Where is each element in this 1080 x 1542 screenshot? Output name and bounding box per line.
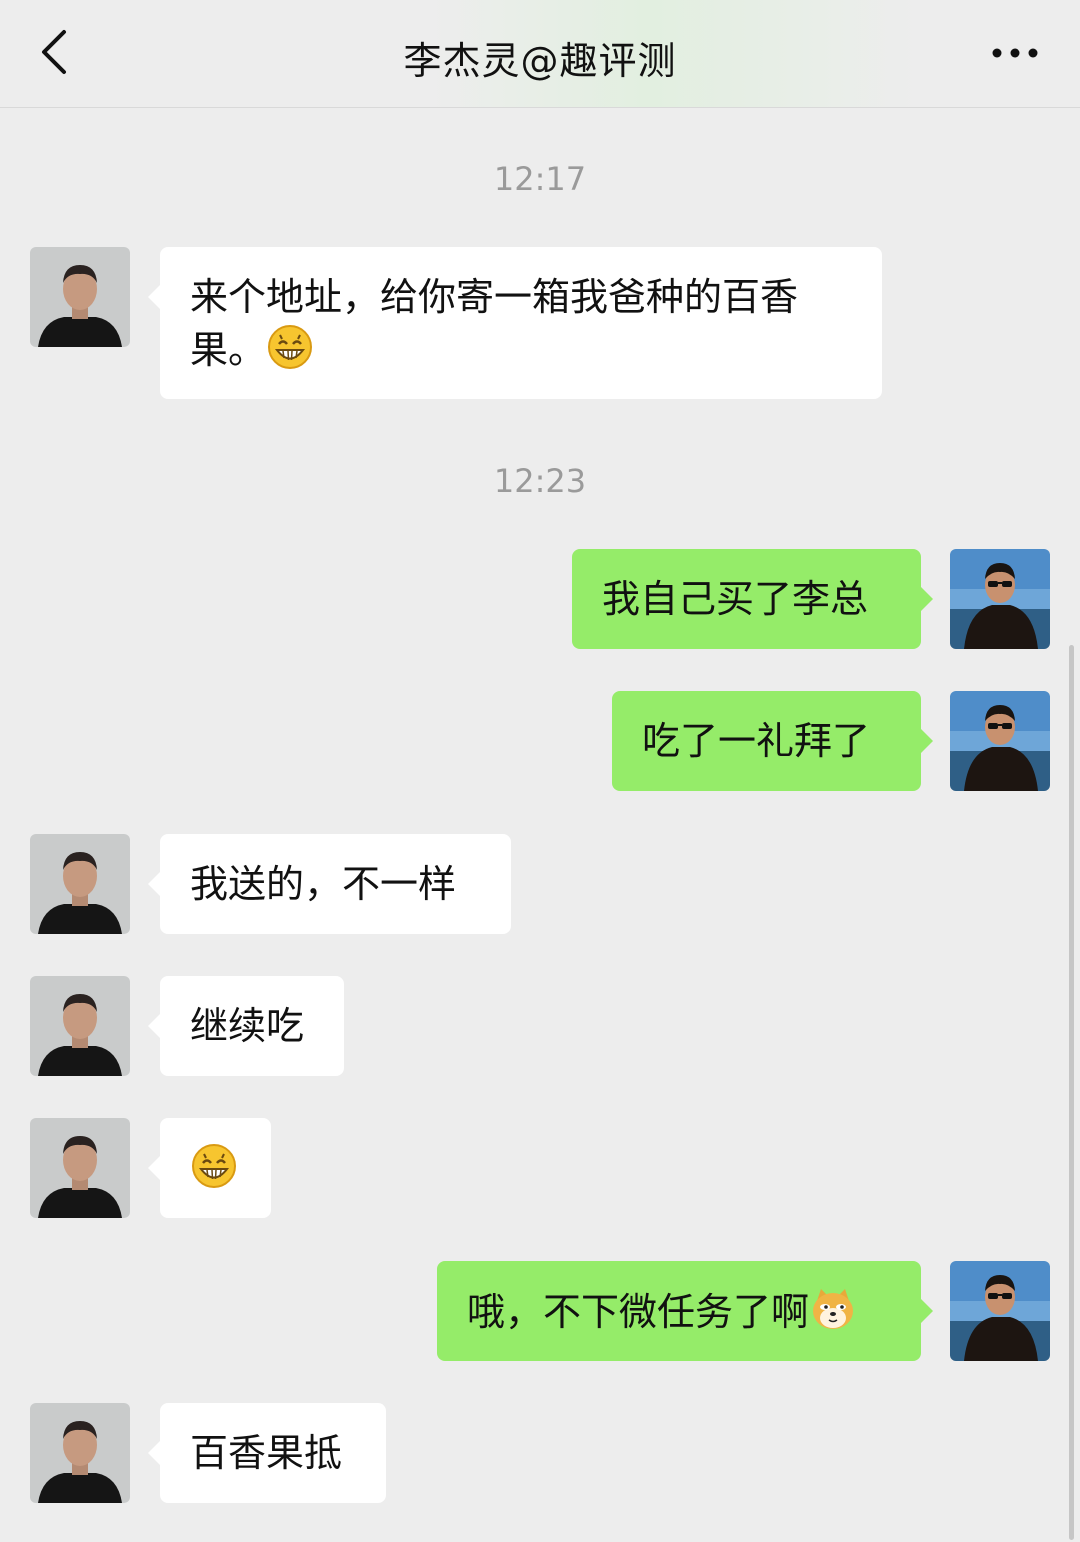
message-bubble-outgoing[interactable]: 我自己买了李总 (572, 549, 933, 649)
contact-avatar[interactable] (30, 1118, 130, 1218)
message-bubble-incoming[interactable]: 来个地址，给你寄一箱我爸种的百香 果。 (148, 247, 882, 399)
message-text: 百香果抵 (190, 1431, 343, 1475)
message-text: 吃了一礼拜了 (642, 719, 871, 763)
message-bubble-outgoing[interactable]: 吃了一礼拜了 (612, 691, 933, 791)
chat-title: 李杰灵@趣评测 (403, 39, 677, 83)
message-text: 继续吃 (190, 1004, 305, 1048)
grin-emoji-icon (190, 1142, 238, 1190)
user-photo (950, 549, 1050, 649)
contact-photo (30, 1118, 130, 1218)
user-photo (950, 1261, 1050, 1361)
contact-avatar[interactable] (30, 1403, 130, 1503)
message-bubble-outgoing[interactable]: 哦，不下微任务了啊 (437, 1261, 933, 1361)
message-bubble-incoming[interactable]: 我送的，不一样 (148, 834, 511, 934)
message-text: 果。 (190, 328, 267, 372)
contact-avatar[interactable] (30, 976, 130, 1076)
contact-photo (30, 247, 130, 347)
my-avatar[interactable] (950, 691, 1050, 791)
message-text: 哦，不下微任务了啊 (467, 1290, 810, 1334)
user-photo (950, 691, 1050, 791)
message-text: 我送的，不一样 (190, 862, 457, 906)
contact-photo (30, 1403, 130, 1503)
contact-photo (30, 834, 130, 934)
my-avatar[interactable] (950, 1261, 1050, 1361)
message-bubble-incoming[interactable]: 继续吃 (148, 976, 344, 1076)
my-avatar[interactable] (950, 549, 1050, 649)
message-bubble-incoming[interactable]: 百香果抵 (148, 1403, 386, 1503)
contact-avatar[interactable] (30, 247, 130, 347)
more-options-button[interactable] (990, 38, 1040, 68)
doge-emoji-icon (809, 1285, 857, 1333)
message-text: 我自己买了李总 (602, 577, 869, 621)
chat-header: 李杰灵@趣评测 (0, 0, 1080, 108)
message-text: 来个地址，给你寄一箱我爸种的百香 (190, 275, 799, 319)
more-dots-icon (992, 48, 1038, 58)
message-bubble-incoming[interactable] (148, 1118, 271, 1218)
contact-avatar[interactable] (30, 834, 130, 934)
timestamp: 12:17 (493, 160, 587, 198)
grin-emoji-icon (266, 323, 314, 371)
timestamp: 12:23 (493, 462, 587, 500)
contact-photo (30, 976, 130, 1076)
scrollbar[interactable] (1069, 645, 1074, 1540)
